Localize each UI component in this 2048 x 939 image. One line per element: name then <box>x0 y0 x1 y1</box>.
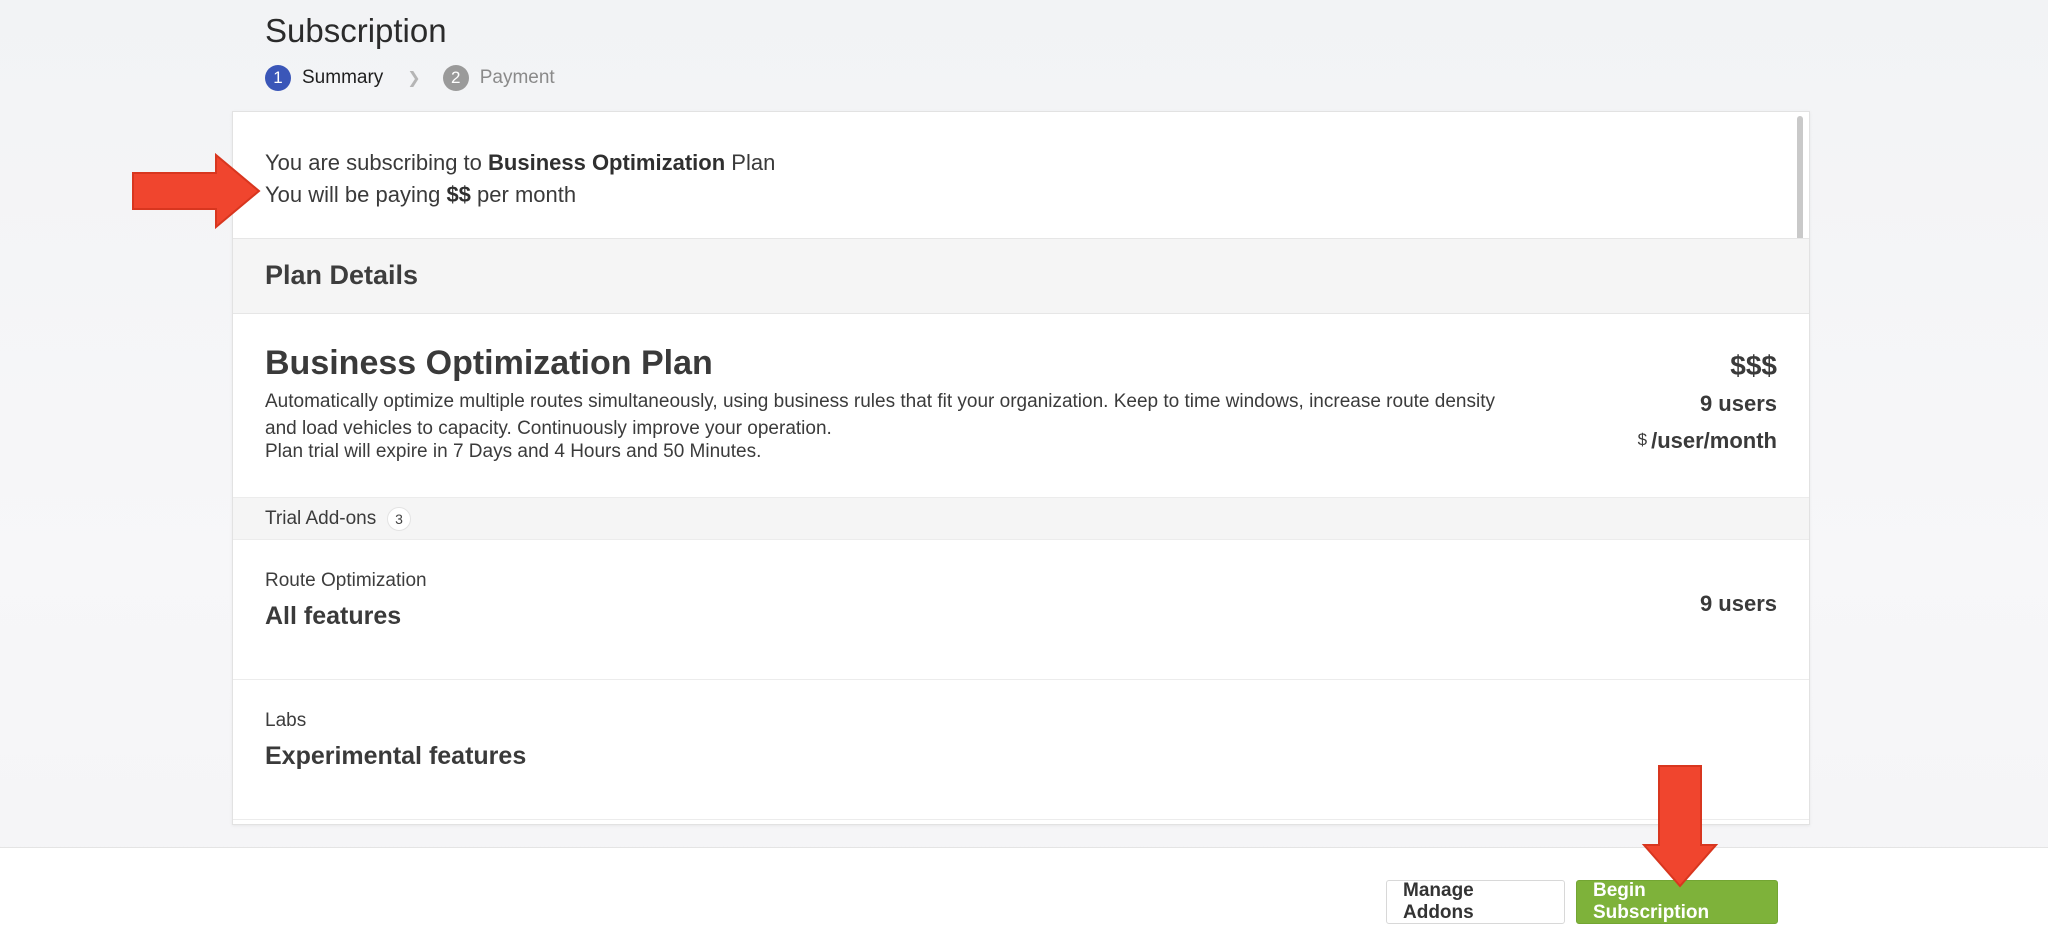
addon-quantity: 9 users <box>1699 591 1777 616</box>
addon-category: Labs <box>265 710 307 731</box>
summary-text: You are subscribing to <box>265 150 482 175</box>
summary-amount: $$ <box>446 182 471 207</box>
summary-text: You will be paying <box>265 182 441 207</box>
subscription-card: You are subscribing to Business Optimiza… <box>232 111 1810 825</box>
addon-item: Labs Experimental features <box>233 680 1809 820</box>
plan-details-header: Plan Details <box>233 238 1809 314</box>
addon-name: All features <box>265 602 402 630</box>
plan-trial-expiry: Plan trial will expire in 7 Days and 4 H… <box>265 441 762 462</box>
step-summary[interactable]: 1 Summary <box>265 65 383 91</box>
summary-price-line: You will be paying $$ per month <box>265 179 775 211</box>
trial-addons-count-badge: 3 <box>387 507 411 531</box>
subscription-page: Subscription 1 Summary ❯ 2 Payment You a… <box>0 0 2048 939</box>
trial-addons-header: Trial Add-ons 3 <box>233 497 1809 540</box>
plan-description: Automatically optimize multiple routes s… <box>265 391 1495 439</box>
step-number: 1 <box>265 65 291 91</box>
plan-details-title: Plan Details <box>265 260 419 290</box>
summary-plan-name: Business Optimization <box>488 150 726 175</box>
step-label: Payment <box>479 67 555 88</box>
summary-text: per month <box>477 182 577 207</box>
addon-category: Route Optimization <box>265 570 427 591</box>
price-unit: /user/month <box>1651 428 1777 453</box>
step-label: Summary <box>302 67 384 88</box>
subscription-summary: You are subscribing to Business Optimiza… <box>265 147 775 211</box>
summary-plan-line: You are subscribing to Business Optimiza… <box>265 147 775 179</box>
summary-text: Plan <box>731 150 776 175</box>
chevron-right-icon: ❯ <box>407 70 421 87</box>
addon-item: Route Optimization All features 9 users <box>233 540 1809 680</box>
plan-name: Business Optimization Plan <box>265 344 713 382</box>
annotation-arrow-down-icon <box>1641 765 1719 888</box>
footer-bar: Manage Addons Begin Subscription <box>0 847 2048 939</box>
currency-symbol: $ <box>1637 430 1648 449</box>
addon-name: Experimental features <box>265 742 527 770</box>
page-title: Subscription <box>265 12 447 49</box>
manage-addons-button[interactable]: Manage Addons <box>1386 880 1565 924</box>
step-number: 2 <box>442 65 469 91</box>
stepper: 1 Summary ❯ 2 Payment <box>265 64 555 92</box>
plan-user-count: 9 users <box>1699 391 1777 416</box>
plan-price-per-user: $/user/month <box>1638 428 1777 454</box>
plan-pricing: $$$ 9 users $/user/month <box>1638 350 1777 454</box>
annotation-arrow-right-icon <box>132 152 261 230</box>
step-payment[interactable]: 2 Payment <box>442 65 555 91</box>
plan-price-total: $$$ <box>1730 350 1777 381</box>
trial-addons-label: Trial Add-ons <box>265 508 377 529</box>
